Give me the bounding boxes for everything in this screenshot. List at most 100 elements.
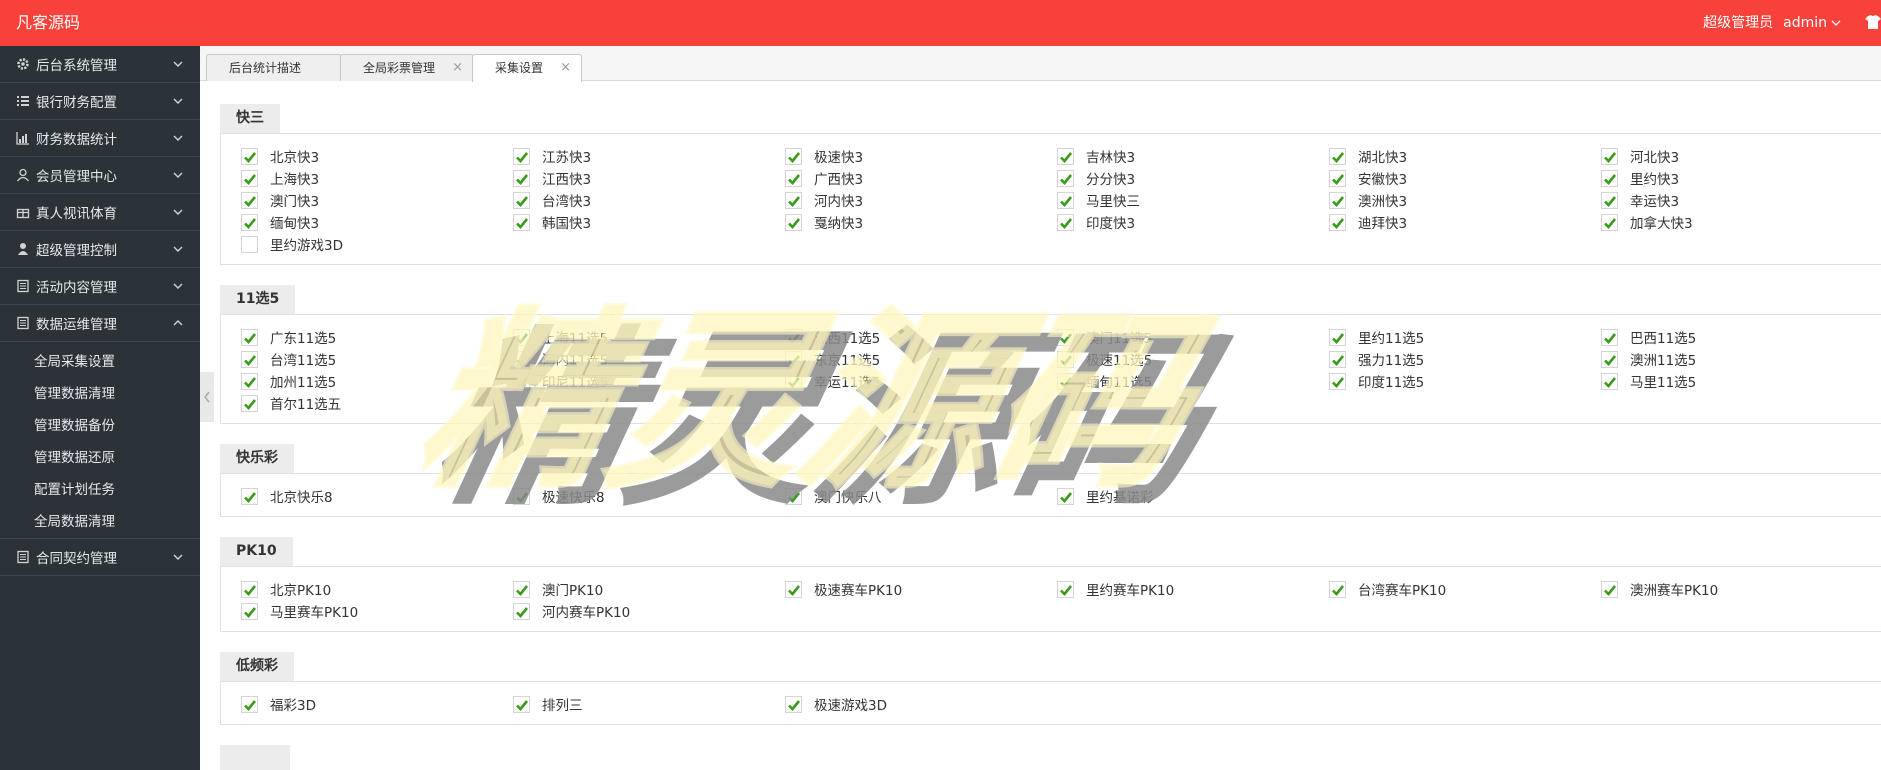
lottery-option[interactable]: 北京快乐8 [241,486,333,506]
checkbox[interactable] [241,350,258,368]
checkbox[interactable] [241,695,258,713]
lottery-option[interactable]: 福彩3D [241,694,316,714]
checkbox[interactable] [513,695,530,713]
checkbox[interactable] [785,213,802,231]
lottery-option[interactable]: 台湾11选5 [241,349,336,369]
checkbox[interactable] [785,487,802,505]
lottery-option[interactable]: 排列三 [513,694,583,714]
checkbox[interactable] [1329,350,1346,368]
lottery-option[interactable]: 幸运快3 [1601,190,1679,210]
lottery-option[interactable]: 广东11选5 [241,327,336,347]
close-icon[interactable]: × [452,55,463,81]
checkbox[interactable] [513,580,530,598]
sidebar-item[interactable]: 会员管理中心 [0,157,200,194]
lottery-option[interactable]: 里约11选5 [1329,327,1424,347]
checkbox[interactable] [785,580,802,598]
checkbox[interactable] [241,487,258,505]
lottery-option[interactable]: 首尔11选五 [241,393,341,413]
sidebar-item[interactable]: 银行财务配置 [0,83,200,120]
checkbox[interactable] [1329,580,1346,598]
lottery-option[interactable]: 北京快3 [241,146,319,166]
checkbox[interactable] [1329,191,1346,209]
sidebar-item[interactable]: 活动内容管理 [0,268,200,305]
lottery-option[interactable]: 澳门快3 [241,190,319,210]
checkbox[interactable] [1057,487,1074,505]
lottery-option[interactable]: 马里11选5 [1601,371,1696,391]
checkbox[interactable] [513,487,530,505]
lottery-option[interactable]: 江苏快3 [513,146,591,166]
lottery-option[interactable]: 韩国快3 [513,212,591,232]
lottery-option[interactable]: 台湾赛车PK10 [1329,579,1446,599]
checkbox[interactable] [1057,372,1074,390]
checkbox[interactable] [785,372,802,390]
close-icon[interactable]: × [560,55,571,81]
brand-logo[interactable]: 凡客源码 [16,0,80,46]
lottery-option[interactable]: 加州11选5 [241,371,336,391]
lottery-option[interactable]: 吉林快3 [1057,146,1135,166]
lottery-option[interactable]: 极速快3 [785,146,863,166]
lottery-option[interactable]: 澳洲赛车PK10 [1601,579,1718,599]
checkbox[interactable] [1601,147,1618,165]
sidebar-item[interactable]: 合同契约管理 [0,539,200,576]
checkbox[interactable] [241,147,258,165]
checkbox[interactable] [241,372,258,390]
lottery-option[interactable]: 极速11选5 [1057,349,1152,369]
checkbox[interactable] [241,328,258,346]
lottery-option[interactable]: 里约基诺彩 [1057,486,1154,506]
sidebar-subitem[interactable]: 全局采集设置 [0,346,200,378]
lottery-option[interactable]: 极速游戏3D [785,694,887,714]
checkbox[interactable] [1329,147,1346,165]
sidebar-subitem[interactable]: 管理数据还原 [0,442,200,474]
lottery-option[interactable]: 上海11选5 [513,327,608,347]
lottery-option[interactable]: 河内赛车PK10 [513,601,630,621]
lottery-option[interactable]: 缅甸11选5 [1057,371,1152,391]
lottery-option[interactable]: 里约游戏3D [241,234,343,254]
sidebar-subitem[interactable]: 管理数据备份 [0,410,200,442]
lottery-option[interactable]: 强力11选5 [1329,349,1424,369]
lottery-option[interactable]: 幸运11选5 [785,371,880,391]
checkbox[interactable] [785,695,802,713]
checkbox[interactable] [241,580,258,598]
lottery-option[interactable]: 马里赛车PK10 [241,601,358,621]
lottery-option[interactable]: 广西快3 [785,168,863,188]
checkbox[interactable] [241,394,258,412]
sidebar-subitem[interactable]: 全局数据清理 [0,506,200,538]
checkbox[interactable] [241,191,258,209]
checkbox[interactable] [1057,580,1074,598]
sidebar-item[interactable]: 超级管理控制 [0,231,200,268]
checkbox[interactable] [513,372,530,390]
lottery-option[interactable]: 印度11选5 [1329,371,1424,391]
lottery-option[interactable]: 澳洲快3 [1329,190,1407,210]
checkbox[interactable] [241,169,258,187]
checkbox[interactable] [1057,350,1074,368]
lottery-option[interactable]: 极速赛车PK10 [785,579,902,599]
lottery-option[interactable]: 分分快3 [1057,168,1135,188]
lottery-option[interactable]: 澳门11选5 [1057,327,1152,347]
checkbox[interactable] [1601,169,1618,187]
lottery-option[interactable]: 加拿大快3 [1601,212,1693,232]
lottery-option[interactable]: 河内11选5 [513,349,608,369]
checkbox[interactable] [513,147,530,165]
checkbox[interactable] [1601,191,1618,209]
lottery-option[interactable]: 上海快3 [241,168,319,188]
sidebar-item[interactable]: 财务数据统计 [0,120,200,157]
checkbox[interactable] [513,350,530,368]
tab-lottery-management[interactable]: 全局彩票管理 × [340,54,474,81]
checkbox[interactable] [1057,147,1074,165]
checkbox[interactable] [785,328,802,346]
lottery-option[interactable]: 河北快3 [1601,146,1679,166]
lottery-option[interactable]: 北京PK10 [241,579,331,599]
checkbox[interactable] [1329,372,1346,390]
checkbox[interactable] [1601,213,1618,231]
lottery-option[interactable]: 澳门PK10 [513,579,603,599]
checkbox[interactable] [1329,169,1346,187]
lottery-option[interactable]: 极速快乐8 [513,486,605,506]
lottery-option[interactable]: 马里快三 [1057,190,1140,210]
tab-collection-settings[interactable]: 采集设置 × [472,54,582,82]
checkbox[interactable] [513,191,530,209]
checkbox[interactable] [513,328,530,346]
lottery-option[interactable]: 澳洲11选5 [1601,349,1696,369]
lottery-option[interactable]: 里约快3 [1601,168,1679,188]
lottery-option[interactable]: 东京11选5 [785,349,880,369]
lottery-option[interactable]: 湖北快3 [1329,146,1407,166]
